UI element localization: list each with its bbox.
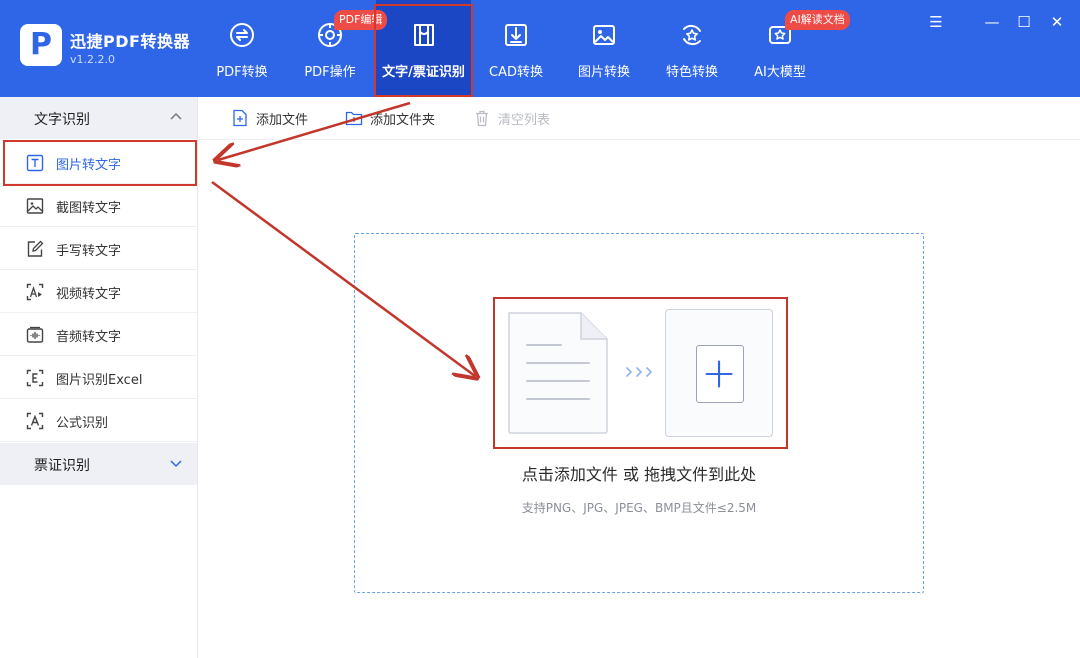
drop-zone-hint: 支持PNG、JPG、JPEG、BMP且文件≤2.5M — [521, 501, 757, 515]
add-folder-icon — [345, 111, 363, 126]
app-name: 迅捷PDF转换器 — [70, 32, 190, 51]
close-button[interactable]: ✕ — [1047, 12, 1067, 32]
sidebar-item-label: 视频转文字 — [56, 287, 122, 302]
sidebar-group-ticket-recognition[interactable]: 票证识别 — [0, 443, 197, 485]
group-label: 票证识别 — [34, 458, 90, 474]
sidebar-item-screenshot-to-text[interactable]: 截图转文字 — [0, 184, 197, 227]
cad-icon — [505, 24, 527, 46]
text-t-icon — [26, 154, 44, 172]
sidebar-item-label: 手写转文字 — [56, 244, 122, 259]
sidebar: 文字识别 图片转文字 截图转文字 手写转文字 视频转文字 音频转文字 图片识别E… — [0, 97, 198, 658]
audio-icon — [26, 326, 44, 343]
logo-letter: P — [30, 27, 52, 62]
tab-label: 文字/票证识别 — [382, 65, 465, 80]
sidebar-group-text-recognition[interactable]: 文字识别 — [0, 97, 197, 139]
tab-label: AI大模型 — [754, 65, 806, 80]
chevron-up-icon — [170, 112, 182, 120]
app-logo: P — [20, 24, 62, 66]
tab-label: PDF操作 — [304, 65, 356, 80]
tab-image-convert[interactable]: 图片转换 — [558, 0, 650, 97]
badge-pdf-edit[interactable]: PDF编辑 — [334, 10, 388, 30]
tab-label: CAD转换 — [489, 65, 543, 80]
ocr-icon — [413, 24, 434, 46]
chevron-down-icon — [170, 460, 182, 468]
sidebar-item-label: 公式识别 — [56, 416, 109, 431]
tab-label: PDF转换 — [216, 65, 268, 80]
tab-label: 图片转换 — [577, 65, 630, 80]
app-version: v1.2.2.0 — [70, 53, 115, 66]
tab-cad-convert[interactable]: CAD转换 — [470, 0, 562, 97]
app-header: P 迅捷PDF转换器 v1.2.2.0 PDF转换 PDF操作 文字/票证识别 — [0, 0, 1080, 97]
toolbar: 添加文件 添加文件夹 清空列表 — [199, 97, 1080, 140]
sidebar-item-video-to-text[interactable]: 视频转文字 — [0, 270, 197, 313]
maximize-button[interactable]: ☐ — [1014, 12, 1034, 32]
sidebar-item-label: 截图转文字 — [56, 201, 122, 216]
pdf-convert-icon — [230, 23, 254, 47]
add-file-label: 添加文件 — [256, 113, 309, 128]
excel-icon — [26, 369, 44, 387]
formula-icon — [26, 412, 44, 430]
sidebar-item-label: 图片识别Excel — [56, 373, 143, 388]
add-file-inner — [696, 345, 744, 403]
file-drop-zone[interactable] — [354, 233, 924, 593]
special-icon — [683, 24, 701, 46]
sidebar-item-image-to-excel[interactable]: 图片识别Excel — [0, 356, 197, 399]
add-folder-label: 添加文件夹 — [370, 113, 436, 128]
tab-special-convert[interactable]: 特色转换 — [646, 0, 738, 97]
sidebar-item-audio-to-text[interactable]: 音频转文字 — [0, 313, 197, 356]
menu-icon[interactable]: ☰ — [926, 12, 946, 32]
plus-icon — [705, 360, 733, 388]
tab-label: 特色转换 — [665, 65, 718, 80]
add-file-icon — [233, 109, 247, 127]
minimize-button[interactable]: — — [982, 12, 1002, 32]
image-icon — [593, 25, 615, 45]
add-file-button[interactable]: 添加文件 — [231, 108, 321, 128]
chevrons-right-icon — [626, 367, 653, 377]
drop-zone-title[interactable]: 点击添加文件 或 拖拽文件到此处 — [354, 461, 924, 485]
sidebar-item-image-to-text[interactable]: 图片转文字 — [0, 141, 197, 184]
group-label: 文字识别 — [34, 112, 90, 128]
sidebar-item-formula[interactable]: 公式识别 — [0, 399, 197, 442]
video-text-icon — [26, 283, 44, 301]
sidebar-item-label: 音频转文字 — [56, 330, 122, 345]
badge-ai-read[interactable]: AI解读文档 — [785, 10, 850, 30]
tab-ocr[interactable]: 文字/票证识别 — [376, 0, 471, 97]
sidebar-item-handwrite-to-text[interactable]: 手写转文字 — [0, 227, 197, 270]
screenshot-icon — [26, 198, 44, 214]
trash-icon — [476, 110, 488, 127]
document-icon — [508, 312, 608, 434]
clear-list-label: 清空列表 — [498, 113, 551, 128]
tab-pdf-convert[interactable]: PDF转换 — [196, 0, 288, 97]
add-folder-button[interactable]: 添加文件夹 — [345, 108, 450, 128]
add-file-card[interactable] — [665, 309, 773, 437]
sidebar-item-label: 图片转文字 — [56, 158, 122, 173]
handwrite-icon — [27, 240, 44, 257]
clear-list-button[interactable]: 清空列表 — [473, 108, 563, 128]
